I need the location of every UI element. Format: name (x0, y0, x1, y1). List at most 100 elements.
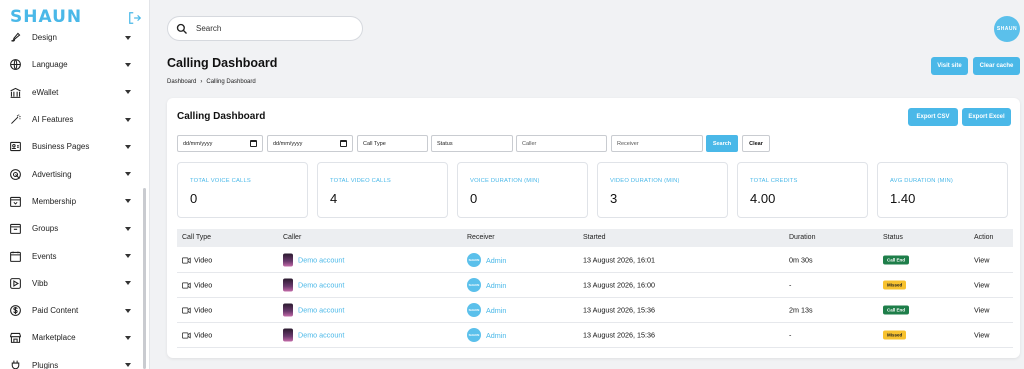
chevron-down-icon[interactable] (125, 144, 131, 149)
sidebar-item-ewallet[interactable]: eWallet (0, 79, 145, 106)
breadcrumb-dashboard[interactable]: Dashboard (167, 79, 196, 85)
table-row: Video Demo account SHAUN Admin 13 August 202… (177, 323, 1013, 348)
export-excel-button[interactable]: Export Excel (962, 108, 1011, 126)
table-row: Video Demo account SHAUN Admin 13 August 202… (177, 298, 1013, 323)
sidebar-item-vibb[interactable]: Vibb (0, 270, 145, 297)
sidebar-item-label: Groups (32, 224, 59, 234)
chevron-down-icon[interactable] (125, 363, 131, 368)
sidebar: SHAUN Design Language eWallet AI Features Bu… (0, 0, 150, 369)
search-button[interactable]: Search (706, 135, 738, 152)
sidebar-item-events[interactable]: Events (0, 242, 145, 269)
status-filter[interactable]: Status (431, 135, 513, 152)
duration-cell: - (789, 330, 792, 340)
caller-avatar[interactable] (283, 303, 293, 317)
chevron-down-icon[interactable] (125, 90, 131, 95)
caller-avatar[interactable] (283, 328, 293, 342)
status-badge: Call End (883, 255, 910, 265)
sidebar-item-groups[interactable]: Groups (0, 215, 145, 242)
stat-value: 0 (190, 191, 198, 206)
call-type-cell: Video (182, 306, 212, 315)
chevron-down-icon[interactable] (125, 172, 131, 177)
stat-label: VIDEO DURATION (MIN) (610, 178, 680, 184)
sidebar-item-ai-features[interactable]: AI Features (0, 106, 145, 133)
caller-link[interactable]: Demo account (298, 256, 344, 265)
chevron-down-icon[interactable] (125, 335, 131, 340)
sidebar-item-paid-content[interactable]: Paid Content (0, 297, 145, 324)
sidebar-item-advertising[interactable]: Advertising (0, 160, 145, 187)
stat-card: TOTAL VOICE CALLS 0 (177, 162, 308, 218)
caller-avatar[interactable] (283, 253, 293, 267)
receiver-link[interactable]: Admin (486, 306, 506, 315)
call-type-cell: Video (182, 331, 212, 340)
call-type-text: Video (194, 305, 213, 315)
sidebar-item-business-pages[interactable]: Business Pages (0, 133, 145, 160)
caller-link[interactable]: Demo account (298, 306, 344, 315)
receiver-link[interactable]: Admin (486, 331, 506, 340)
stat-card: AVG DURATION (MIN) 1.40 (877, 162, 1008, 218)
date-from-input[interactable]: dd/mm/yyyy (177, 135, 263, 152)
receiver-cell: SHAUN Admin (467, 328, 506, 342)
sidebar-item-label: Business Pages (32, 142, 90, 152)
chevron-down-icon[interactable] (125, 226, 131, 231)
date-to-input[interactable]: dd/mm/yyyy (267, 135, 353, 152)
chevron-down-icon[interactable] (125, 117, 131, 122)
chevron-down-icon[interactable] (125, 62, 131, 67)
receiver-avatar[interactable]: SHAUN (467, 278, 481, 292)
view-link[interactable]: View (974, 331, 989, 340)
clear-button[interactable]: Clear (742, 135, 770, 152)
sidebar-item-plugins[interactable]: Plugins (0, 352, 145, 369)
chevron-down-icon[interactable] (125, 35, 131, 40)
sidebar-item-label: Advertising (32, 169, 72, 179)
sidebar-scrollbar[interactable] (143, 188, 146, 369)
breadcrumb: Dashboard › Calling Dashboard (167, 79, 256, 85)
sidebar-item-label: Events (32, 251, 57, 261)
receiver-input[interactable]: Receiver (611, 135, 703, 152)
sidebar-item-membership[interactable]: Membership (0, 188, 145, 215)
stat-card: VIDEO DURATION (MIN) 3 (597, 162, 728, 218)
caller-avatar[interactable] (283, 278, 293, 292)
started-cell: 13 August 2026, 16:00 (583, 280, 655, 290)
caller-input[interactable]: Caller (516, 135, 607, 152)
receiver-link[interactable]: Admin (486, 281, 506, 290)
status-placeholder: Status (437, 140, 453, 147)
store-icon (10, 333, 21, 344)
sidebar-item-marketplace[interactable]: Marketplace (0, 324, 145, 351)
user-avatar[interactable]: SHAUN (994, 16, 1020, 42)
card-title: Calling Dashboard (177, 111, 266, 122)
receiver-avatar[interactable]: SHAUN (467, 303, 481, 317)
chevron-down-icon[interactable] (125, 308, 131, 313)
globe-icon (10, 59, 21, 71)
duration-cell: 0m 30s (789, 255, 813, 265)
collapse-sidebar-icon[interactable] (128, 11, 142, 25)
caller-link[interactable]: Demo account (298, 281, 344, 290)
chevron-down-icon[interactable] (125, 281, 131, 286)
search-input[interactable]: Search (167, 16, 363, 41)
receiver-avatar[interactable]: SHAUN (467, 328, 481, 342)
receiver-cell: SHAUN Admin (467, 278, 506, 292)
receiver-placeholder: Receiver (617, 140, 639, 147)
plug-icon (11, 360, 20, 369)
clear-cache-button[interactable]: Clear cache (973, 57, 1020, 75)
calendar-icon[interactable] (250, 140, 257, 147)
sidebar-item-language[interactable]: Language (0, 51, 145, 78)
view-link[interactable]: View (974, 256, 989, 265)
video-camera-icon (182, 332, 191, 338)
call-type-filter[interactable]: Call Type (357, 135, 428, 152)
receiver-link[interactable]: Admin (486, 256, 506, 265)
play-square-icon (10, 277, 21, 289)
chevron-down-icon[interactable] (125, 199, 131, 204)
view-link[interactable]: View (974, 306, 989, 315)
dollar-circle-icon (10, 305, 21, 317)
visit-site-button[interactable]: Visit site (931, 57, 968, 75)
receiver-cell: SHAUN Admin (467, 303, 506, 317)
receiver-avatar[interactable]: SHAUN (467, 253, 481, 267)
view-link[interactable]: View (974, 281, 989, 290)
sidebar-item-label: Paid Content (32, 306, 79, 316)
caller-link[interactable]: Demo account (298, 331, 344, 340)
sidebar-item-design[interactable]: Design (0, 24, 145, 51)
caller-placeholder: Caller (522, 140, 537, 147)
calendar-icon[interactable] (340, 140, 347, 147)
chevron-down-icon[interactable] (125, 254, 131, 259)
export-csv-button[interactable]: Export CSV (908, 108, 958, 126)
call-type-text: Video (194, 330, 213, 340)
